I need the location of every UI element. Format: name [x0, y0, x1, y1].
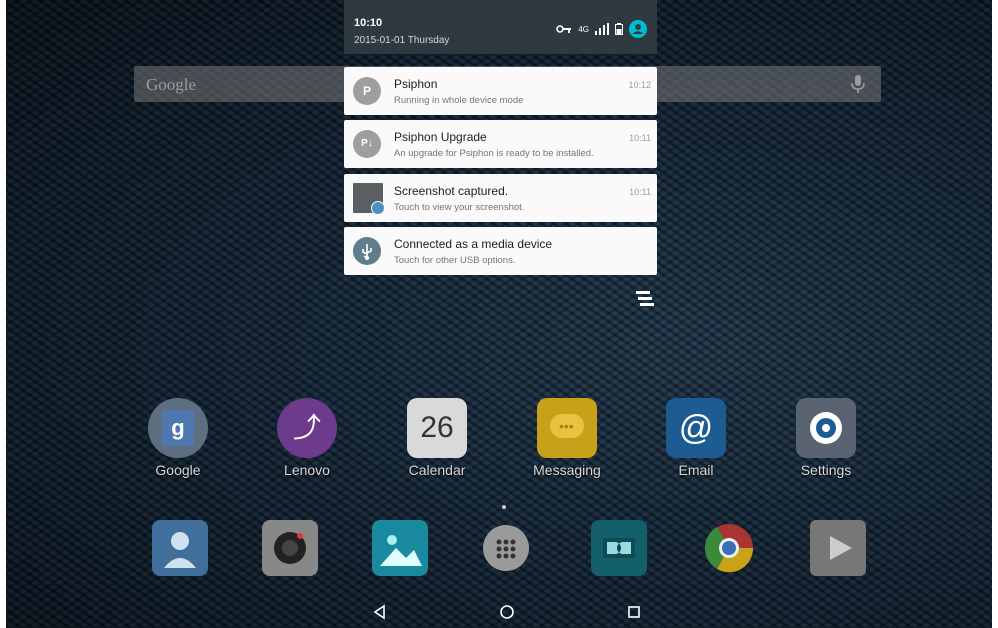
settings-icon	[796, 398, 856, 458]
psiphon-icon: P	[353, 77, 381, 105]
notification-text: Touch to view your screenshot.	[394, 202, 525, 213]
app-messaging[interactable]: ••• Messaging	[532, 398, 602, 478]
search-placeholder: Google	[146, 75, 197, 94]
gallery-icon[interactable]	[372, 520, 428, 576]
home-icon[interactable]	[499, 604, 515, 620]
page-indicator	[502, 505, 506, 509]
notification-screenshot[interactable]: Screenshot captured. Touch to view your …	[344, 174, 657, 222]
notification-shade-header[interactable]: 10:10 2015-01-01 Thursday 4G	[344, 0, 657, 54]
app-label: Email	[678, 462, 714, 478]
email-icon: @	[666, 398, 726, 458]
notification-time: 10:11	[629, 187, 651, 197]
calendar-icon: 26	[407, 398, 467, 458]
play-store-icon[interactable]	[810, 520, 866, 576]
notification-time: 10:11	[629, 133, 651, 143]
camera-icon[interactable]	[262, 520, 318, 576]
usb-icon	[353, 237, 381, 265]
clock: 10:10	[354, 17, 383, 29]
app-calendar[interactable]: 26 Calendar	[402, 398, 472, 478]
app-email[interactable]: @ Email	[661, 398, 731, 478]
screenshot-thumbnail	[353, 183, 385, 215]
network-type: 4G	[578, 24, 589, 34]
user-avatar-icon[interactable]	[629, 20, 647, 38]
google-folder-icon: g	[148, 398, 208, 458]
notification-usb[interactable]: Connected as a media device Touch for ot…	[344, 227, 657, 275]
dolby-icon[interactable]	[591, 520, 647, 576]
notification-title: Psiphon Upgrade	[394, 130, 487, 144]
notification-text: Running in whole device mode	[394, 95, 524, 106]
status-icons: 4G	[556, 20, 647, 38]
notification-text: Touch for other USB options.	[394, 255, 516, 266]
app-settings[interactable]: Settings	[791, 398, 861, 478]
notification-text: An upgrade for Psiphon is ready to be in…	[394, 148, 594, 159]
signal-icon	[595, 23, 609, 35]
lenovo-icon: ⤴	[277, 398, 337, 458]
app-label: Settings	[800, 462, 852, 478]
clear-all-icon[interactable]	[634, 289, 656, 309]
app-google[interactable]: g Google	[143, 398, 213, 478]
notification-title: Screenshot captured.	[394, 184, 509, 198]
notification-title: Psiphon	[394, 77, 438, 91]
notification-time: 10:12	[628, 80, 651, 90]
battery-icon	[615, 23, 623, 35]
calendar-day: 26	[420, 411, 454, 444]
notification-psiphon-upgrade[interactable]: P↓ Psiphon Upgrade An upgrade for Psipho…	[344, 120, 657, 168]
microphone-icon[interactable]	[849, 74, 867, 94]
app-label: Calendar	[408, 462, 466, 478]
app-label: Messaging	[533, 462, 601, 478]
navigation-bar	[6, 598, 992, 628]
app-label: Google	[155, 462, 201, 478]
app-label: Lenovo	[284, 462, 330, 478]
date: 2015-01-01 Thursday	[354, 35, 450, 46]
notification-psiphon[interactable]: P Psiphon Running in whole device mode 1…	[344, 67, 657, 115]
back-icon[interactable]	[372, 604, 388, 620]
notification-title: Connected as a media device	[394, 237, 553, 251]
vpn-key-icon	[556, 25, 572, 33]
chrome-icon[interactable]	[701, 520, 757, 576]
contacts-icon[interactable]	[152, 520, 208, 576]
app-drawer-icon[interactable]	[483, 525, 529, 571]
messaging-icon: •••	[537, 398, 597, 458]
psiphon-upgrade-icon: P↓	[353, 130, 381, 158]
recents-icon[interactable]	[626, 604, 642, 620]
app-lenovo[interactable]: ⤴ Lenovo	[272, 398, 342, 478]
